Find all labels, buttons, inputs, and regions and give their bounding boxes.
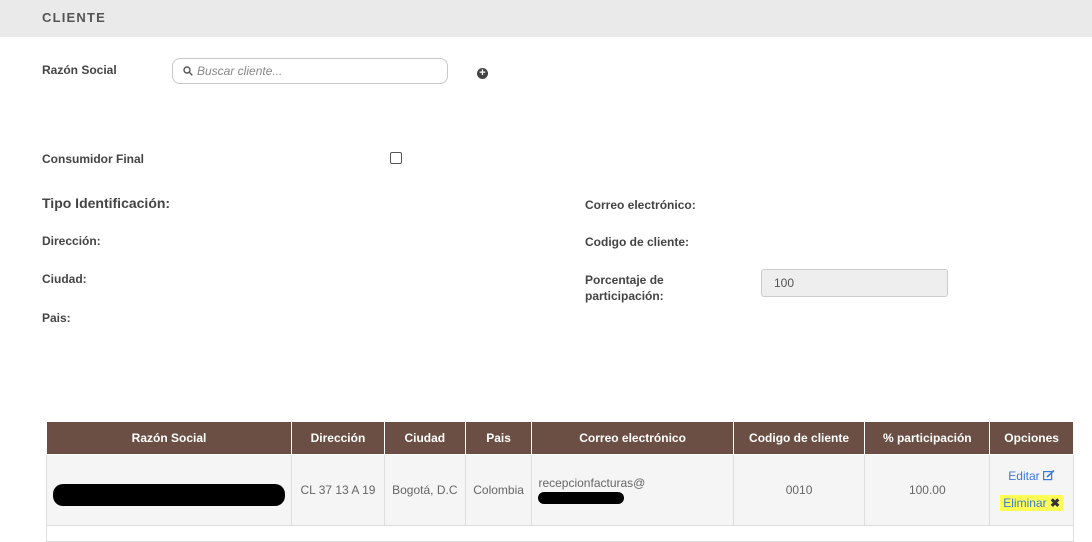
cell-participacion: 100.00 (864, 454, 991, 526)
col-header-pais: Pais (464, 421, 533, 455)
codigo-cliente-label: Codigo de cliente: (585, 235, 690, 249)
section-header: CLIENTE (0, 0, 1092, 37)
col-header-codigo: Codigo de cliente (732, 421, 866, 455)
consumidor-final-label: Consumidor Final (42, 152, 144, 166)
cell-codigo: 0010 (732, 454, 866, 526)
porcentaje-label-line1: Porcentaje de (585, 273, 664, 287)
redacted-block (538, 491, 625, 504)
section-title: CLIENTE (42, 10, 107, 25)
client-search-input[interactable] (193, 64, 437, 78)
consumidor-final-checkbox[interactable] (390, 152, 402, 164)
delete-label: Eliminar (1003, 496, 1047, 510)
porcentaje-label-line2: participación: (585, 289, 664, 303)
delete-button[interactable]: Eliminar ✖ (1000, 495, 1063, 511)
col-header-opciones: Opciones (989, 421, 1074, 455)
edit-button[interactable]: Editar (996, 469, 1067, 483)
correo-text: recepcionfacturas@ (538, 476, 646, 490)
cell-ciudad: Bogotá, D.C (383, 454, 466, 526)
col-header-ciudad: Ciudad (383, 421, 466, 455)
col-header-correo: Correo electrónico (531, 421, 734, 455)
table-row: CL 37 13 A 19 Bogotá, D.C Colombia recep… (46, 454, 1074, 526)
cell-direccion: CL 37 13 A 19 (291, 454, 385, 526)
plus-circle-icon: + (479, 67, 486, 79)
table-footer-row (46, 526, 1074, 542)
clients-table: Razón Social Dirección Ciudad Pais Corre… (46, 421, 1074, 526)
add-client-button[interactable]: + (477, 68, 488, 79)
porcentaje-participacion-field[interactable]: 100 (761, 269, 948, 297)
cell-pais: Colombia (464, 454, 533, 526)
pais-label: Pais: (42, 311, 71, 325)
table-header-row: Razón Social Dirección Ciudad Pais Corre… (46, 421, 1074, 455)
col-header-participacion: % participación (864, 421, 991, 455)
close-icon: ✖ (1049, 496, 1060, 510)
tipo-identificacion-label: Tipo Identificación: (42, 195, 171, 211)
redacted-block (53, 483, 285, 506)
client-search-box[interactable] (172, 58, 448, 84)
direccion-label: Dirección: (42, 234, 101, 248)
edit-label: Editar (1008, 469, 1040, 483)
cell-opciones: Editar Eliminar ✖ (989, 454, 1074, 526)
search-icon (183, 66, 193, 76)
correo-label: Correo electrónico: (585, 198, 696, 212)
edit-icon (1042, 469, 1055, 481)
col-header-razon-social: Razón Social (46, 421, 292, 455)
col-header-direccion: Dirección (291, 421, 385, 455)
cell-correo: recepcionfacturas@ (531, 454, 734, 526)
cell-razon-social (46, 454, 292, 526)
ciudad-label: Ciudad: (42, 272, 87, 286)
razon-social-label: Razón Social (42, 63, 117, 77)
